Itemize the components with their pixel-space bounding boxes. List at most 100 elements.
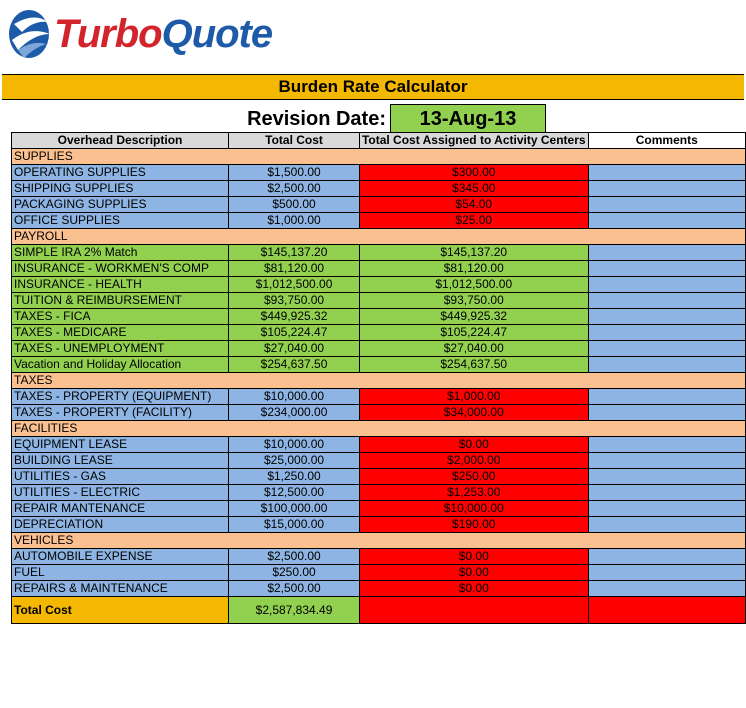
row-description[interactable]: TAXES - UNEMPLOYMENT [10,340,230,357]
row-comments[interactable] [587,484,746,501]
row-assigned-cost[interactable]: $300.00 [358,164,589,181]
row-description[interactable]: INSURANCE - HEALTH [10,276,230,293]
row-total-cost[interactable]: $250.00 [228,564,360,581]
row-comments[interactable] [587,356,746,373]
row-description[interactable]: INSURANCE - WORKMEN'S COMP [10,260,230,277]
row-description[interactable]: REPAIR MANTENANCE [10,500,230,517]
row-description[interactable]: OFFICE SUPPLIES [10,212,230,229]
row-total-cost[interactable]: $1,500.00 [228,164,360,181]
row-comments[interactable] [587,452,746,469]
row-total-cost[interactable]: $234,000.00 [228,404,360,421]
row-description[interactable]: PACKAGING SUPPLIES [10,196,230,213]
row-comments[interactable] [587,324,746,341]
row-comments[interactable] [587,548,746,565]
row-description[interactable]: DEPRECIATION [10,516,230,533]
row-description[interactable]: TAXES - MEDICARE [10,324,230,341]
row-total-cost[interactable]: $1,250.00 [228,468,360,485]
row-comments[interactable] [587,196,746,213]
row-assigned-cost[interactable]: $145,137.20 [358,244,589,261]
row-total-cost[interactable]: $100,000.00 [228,500,360,517]
row-assigned-cost[interactable]: $2,000.00 [358,452,589,469]
row-assigned-cost[interactable]: $254,637.50 [358,356,589,373]
row-total-cost[interactable]: $449,925.32 [228,308,360,325]
row-assigned-cost[interactable]: $0.00 [358,564,589,581]
row-assigned-cost[interactable]: $250.00 [358,468,589,485]
row-comments[interactable] [587,340,746,357]
row-comments[interactable] [587,564,746,581]
row-total-cost[interactable]: $81,120.00 [228,260,360,277]
row-description[interactable]: BUILDING LEASE [10,452,230,469]
row-total-cost[interactable]: $10,000.00 [228,436,360,453]
row-description[interactable]: TAXES - PROPERTY (FACILITY) [10,404,230,421]
total-value[interactable]: $2,587,834.49 [228,596,360,624]
row-total-cost[interactable]: $1,000.00 [228,212,360,229]
section-row: VEHICLES [11,532,746,549]
row-total-cost[interactable]: $25,000.00 [228,452,360,469]
row-description[interactable]: TAXES - PROPERTY (EQUIPMENT) [10,388,230,405]
row-assigned-cost[interactable]: $1,253.00 [358,484,589,501]
row-comments[interactable] [587,516,746,533]
row-assigned-cost[interactable]: $345.00 [358,180,589,197]
row-total-cost[interactable]: $2,500.00 [228,580,360,597]
row-assigned-cost[interactable]: $0.00 [358,548,589,565]
row-description[interactable]: FUEL [10,564,230,581]
row-total-cost[interactable]: $105,224.47 [228,324,360,341]
row-total-cost[interactable]: $93,750.00 [228,292,360,309]
row-assigned-cost[interactable]: $0.00 [358,436,589,453]
row-assigned-cost[interactable]: $34,000.00 [358,404,589,421]
row-total-cost[interactable]: $1,012,500.00 [228,276,360,293]
row-comments[interactable] [587,308,746,325]
row-description[interactable]: EQUIPMENT LEASE [10,436,230,453]
row-comments[interactable] [587,436,746,453]
total-assigned-cell[interactable] [358,596,589,624]
row-assigned-cost[interactable]: $105,224.47 [358,324,589,341]
row-description[interactable]: SHIPPING SUPPLIES [10,180,230,197]
row-assigned-cost[interactable]: $81,120.00 [358,260,589,277]
row-assigned-cost[interactable]: $1,012,500.00 [358,276,589,293]
row-comments[interactable] [587,404,746,421]
row-assigned-cost[interactable]: $25.00 [358,212,589,229]
row-assigned-cost[interactable]: $0.00 [358,580,589,597]
row-assigned-cost[interactable]: $190.00 [358,516,589,533]
row-comments[interactable] [587,164,746,181]
row-comments[interactable] [587,292,746,309]
row-total-cost[interactable]: $2,500.00 [228,180,360,197]
revision-date-cell[interactable]: 13-Aug-13 [390,104,546,134]
row-comments[interactable] [587,468,746,485]
revision-date-label: Revision Date: [247,108,386,130]
row-total-cost[interactable]: $500.00 [228,196,360,213]
row-description[interactable]: UTILITIES - GAS [10,468,230,485]
row-total-cost[interactable]: $145,137.20 [228,244,360,261]
row-comments[interactable] [587,260,746,277]
row-comments[interactable] [587,500,746,517]
row-comments[interactable] [587,180,746,197]
row-comments[interactable] [587,388,746,405]
row-description[interactable]: TAXES - FICA [10,308,230,325]
row-total-cost[interactable]: $2,500.00 [228,548,360,565]
row-total-cost[interactable]: $10,000.00 [228,388,360,405]
row-description[interactable]: SIMPLE IRA 2% Match [10,244,230,261]
total-row: Total Cost $2,587,834.49 [10,596,746,624]
row-total-cost[interactable]: $15,000.00 [228,516,360,533]
row-assigned-cost[interactable]: $1,000.00 [358,388,589,405]
row-comments[interactable] [587,244,746,261]
row-description[interactable]: AUTOMOBILE EXPENSE [10,548,230,565]
row-description[interactable]: UTILITIES - ELECTRIC [10,484,230,501]
row-comments[interactable] [587,580,746,597]
row-description[interactable]: OPERATING SUPPLIES [10,164,230,181]
row-description[interactable]: TUITION & REIMBURSEMENT [10,292,230,309]
row-total-cost[interactable]: $12,500.00 [228,484,360,501]
row-comments[interactable] [587,276,746,293]
row-description[interactable]: REPAIRS & MAINTENANCE [10,580,230,597]
section-label: SUPPLIES [11,148,746,165]
row-total-cost[interactable]: $254,637.50 [228,356,360,373]
row-assigned-cost[interactable]: $449,925.32 [358,308,589,325]
total-comments-cell[interactable] [587,596,746,624]
row-assigned-cost[interactable]: $27,040.00 [358,340,589,357]
row-assigned-cost[interactable]: $93,750.00 [358,292,589,309]
row-comments[interactable] [587,212,746,229]
row-total-cost[interactable]: $27,040.00 [228,340,360,357]
row-description[interactable]: Vacation and Holiday Allocation [10,356,230,373]
row-assigned-cost[interactable]: $54.00 [358,196,589,213]
row-assigned-cost[interactable]: $10,000.00 [358,500,589,517]
